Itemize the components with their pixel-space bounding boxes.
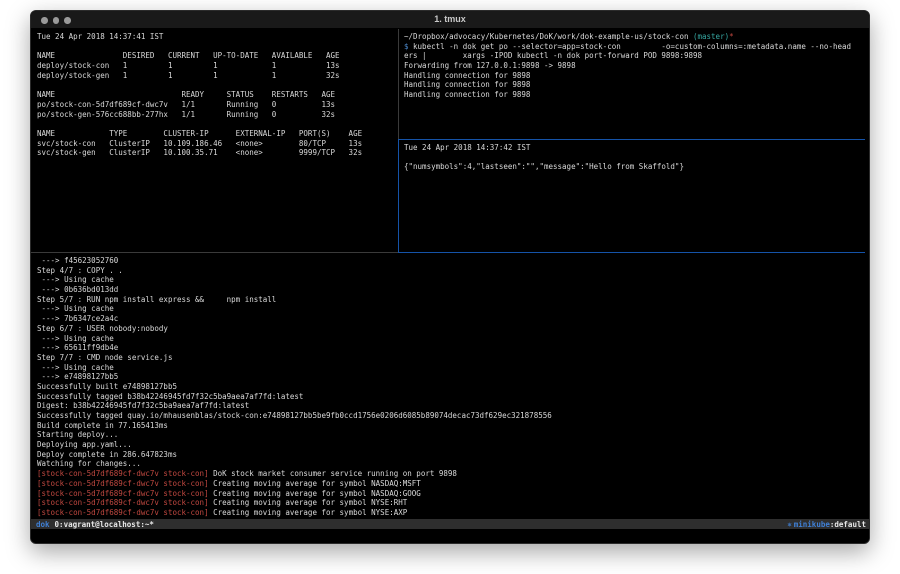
terminal-line: Digest: b38b42246945fd7f32c5ba9aea7af7fd… [37, 401, 867, 411]
window-title: 1. tmux [31, 14, 869, 24]
terminal-line: po/stock-gen-576cc688bb-277hx 1/1 Runnin… [37, 110, 397, 120]
terminal-line: Handling connection for 9898 [404, 90, 867, 100]
pod-log-line: [stock-con-5d7df689cf-dwc7v stock-con] C… [37, 489, 867, 499]
terminal-line: ---> 0b636bd013dd [37, 285, 867, 295]
pod-log-prefix: [stock-con-5d7df689cf-dwc7v stock-con] [37, 469, 209, 478]
pane-skaffold-build-log[interactable]: ---> f45623052760 Step 4/7 : COPY . . --… [37, 256, 867, 519]
terminal-line: Step 4/7 : COPY . . [37, 266, 867, 276]
tmux-status-left: dok 0:vagrant@localhost:~* [36, 520, 154, 529]
kube-context-indicator: ⎈ minikube :default [787, 520, 866, 529]
terminal-line: po/stock-con-5d7df689cf-dwc7v 1/1 Runnin… [37, 100, 397, 110]
terminal-line: {"numsymbols":4,"lastseen":"","message":… [404, 162, 867, 172]
terminal-line: Deploying app.yaml... [37, 440, 867, 450]
terminal-line: ers | xargs -IPOD kubectl -n dok port-fo… [404, 51, 867, 61]
shell-command: kubectl -n dok get po --selector=app=sto… [409, 42, 852, 51]
terminal-line: NAME TYPE CLUSTER-IP EXTERNAL-IP PORT(S)… [37, 129, 397, 139]
pod-log-prefix: [stock-con-5d7df689cf-dwc7v stock-con] [37, 489, 209, 498]
terminal-line: ---> 7b6347ce2a4c [37, 314, 867, 324]
pane-divider-vertical-active[interactable] [398, 139, 399, 253]
terminal-line: ---> e74898127bb5 [37, 372, 867, 382]
terminal-line: Deploy complete in 286.647823ms [37, 450, 867, 460]
pane-curl-output[interactable]: Tue 24 Apr 2018 14:37:42 IST {"numsymbol… [404, 143, 867, 251]
kube-context-name: minikube [794, 520, 830, 529]
terminal-line: Handling connection for 9898 [404, 71, 867, 81]
git-branch: (master) [693, 32, 729, 41]
terminal-line: deploy/stock-gen 1 1 1 1 32s [37, 71, 397, 81]
terminal-line: svc/stock-con ClusterIP 10.109.186.46 <n… [37, 139, 397, 149]
pod-log-message: Creating moving average for symbol NYSE:… [209, 498, 408, 507]
pane-divider-horizontal[interactable] [31, 252, 398, 253]
terminal-line: NAME READY STATUS RESTARTS AGE [37, 90, 397, 100]
terminal-line: Build complete in 77.165413ms [37, 421, 867, 431]
terminal-line: NAME DESIRED CURRENT UP-TO-DATE AVAILABL… [37, 51, 397, 61]
terminal-line [37, 119, 397, 129]
git-path-line: ~/Dropbox/advocacy/Kubernetes/DoK/work/d… [404, 32, 867, 42]
terminal-line [404, 153, 867, 163]
pod-log-line: [stock-con-5d7df689cf-dwc7v stock-con] C… [37, 479, 867, 489]
kube-namespace: :default [830, 520, 866, 529]
terminal-line: Tue 24 Apr 2018 14:37:41 IST [37, 32, 397, 42]
build-output: ---> f45623052760 Step 4/7 : COPY . . --… [37, 256, 867, 469]
pod-log-prefix: [stock-con-5d7df689cf-dwc7v stock-con] [37, 479, 209, 488]
pane-kubectl-watch[interactable]: Tue 24 Apr 2018 14:37:41 IST NAME DESIRE… [37, 32, 397, 251]
tmux-window-label[interactable]: 0:vagrant@localhost:~* [55, 520, 154, 529]
pane-divider-vertical[interactable] [398, 29, 399, 139]
terminal-line: ---> Using cache [37, 363, 867, 373]
terminal-line: Forwarding from 127.0.0.1:9898 -> 9898 [404, 61, 867, 71]
tmux-terminal: Tue 24 Apr 2018 14:37:41 IST NAME DESIRE… [31, 29, 869, 543]
terminal-line: svc/stock-gen ClusterIP 10.100.35.71 <no… [37, 148, 397, 158]
terminal-line: Handling connection for 9898 [404, 80, 867, 90]
terminal-line: Successfully built e74898127bb5 [37, 382, 867, 392]
cwd-path: ~/Dropbox/advocacy/Kubernetes/DoK/work/d… [404, 32, 693, 41]
pod-log-output: [stock-con-5d7df689cf-dwc7v stock-con] D… [37, 469, 867, 517]
terminal-line: Starting deploy... [37, 430, 867, 440]
pane-port-forward[interactable]: ~/Dropbox/advocacy/Kubernetes/DoK/work/d… [404, 32, 867, 138]
pod-log-message: Creating moving average for symbol NASDA… [209, 489, 421, 498]
pod-log-message: DoK stock market consumer service runnin… [209, 469, 457, 478]
terminal-line [37, 42, 397, 52]
pod-log-message: Creating moving average for symbol NYSE:… [209, 508, 408, 517]
terminal-line: ---> Using cache [37, 304, 867, 314]
pod-log-message: Creating moving average for symbol NASDA… [209, 479, 421, 488]
pod-log-prefix: [stock-con-5d7df689cf-dwc7v stock-con] [37, 498, 209, 507]
terminal-line: ---> 65611ff9db4e [37, 343, 867, 353]
pane-divider-horizontal-active[interactable] [399, 139, 865, 140]
terminal-line: Tue 24 Apr 2018 14:37:42 IST [404, 143, 867, 153]
terminal-line: Step 5/7 : RUN npm install express && np… [37, 295, 867, 305]
kubernetes-helm-icon: ⎈ [787, 520, 792, 529]
window-titlebar[interactable]: 1. tmux [31, 11, 869, 29]
terminal-line: Watching for changes... [37, 459, 867, 469]
terminal-line [37, 80, 397, 90]
terminal-line: Step 7/7 : CMD node service.js [37, 353, 867, 363]
terminal-line: Successfully tagged quay.io/mhausenblas/… [37, 411, 867, 421]
shell-command-line: $ kubectl -n dok get po --selector=app=s… [404, 42, 867, 52]
pane-divider-horizontal-active[interactable] [399, 252, 865, 253]
terminal-line: Successfully tagged b38b42246945fd7f32c5… [37, 392, 867, 402]
tmux-status-bar: dok 0:vagrant@localhost:~* ⎈ minikube :d… [31, 519, 870, 529]
pod-log-line: [stock-con-5d7df689cf-dwc7v stock-con] C… [37, 508, 867, 518]
pod-log-line: [stock-con-5d7df689cf-dwc7v stock-con] D… [37, 469, 867, 479]
tmux-session-name[interactable]: dok [36, 520, 50, 529]
terminal-line: Step 6/7 : USER nobody:nobody [37, 324, 867, 334]
terminal-line: ---> Using cache [37, 334, 867, 344]
terminal-line: ---> Using cache [37, 275, 867, 285]
git-dirty-flag: * [729, 32, 734, 41]
terminal-line: ---> f45623052760 [37, 256, 867, 266]
pod-log-prefix: [stock-con-5d7df689cf-dwc7v stock-con] [37, 508, 209, 517]
terminal-line: deploy/stock-con 1 1 1 1 13s [37, 61, 397, 71]
pod-log-line: [stock-con-5d7df689cf-dwc7v stock-con] C… [37, 498, 867, 508]
terminal-window: 1. tmux Tue 24 Apr 2018 14:37:41 IST NAM… [30, 10, 870, 544]
port-forward-output: ers | xargs -IPOD kubectl -n dok port-fo… [404, 51, 867, 99]
